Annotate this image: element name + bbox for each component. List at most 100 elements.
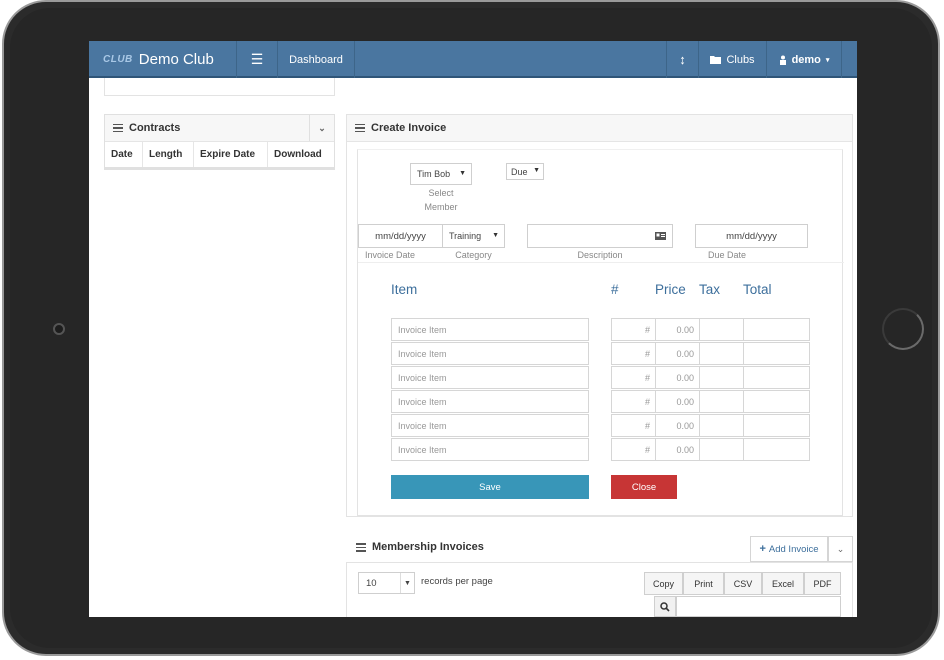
price-input[interactable]: 0.00 <box>655 438 700 461</box>
export-excel-button[interactable]: Excel <box>762 572 804 595</box>
contracts-panel: Contracts ⌄ Date Length Expire Date Down… <box>104 114 335 170</box>
user-menu-label: demo <box>791 53 821 66</box>
hamburger-icon: ☰ <box>250 51 264 67</box>
chevron-down-icon: ⌄ <box>836 543 845 554</box>
close-button[interactable]: Close <box>611 475 677 499</box>
category-select-value: Training <box>449 231 482 241</box>
sidebar-toggle-button[interactable]: ☰ <box>236 41 277 78</box>
description-label: Description <box>577 250 623 260</box>
qty-input[interactable]: # <box>611 414 656 437</box>
plus-icon: + <box>759 543 766 555</box>
folder-icon <box>710 56 722 64</box>
qty-input[interactable]: # <box>611 318 656 341</box>
form-divider <box>358 262 844 263</box>
invoice-item-input[interactable]: Invoice Item <box>391 438 589 461</box>
club-logo-icon: CLUB <box>103 54 133 65</box>
price-input[interactable]: 0.00 <box>655 342 700 365</box>
contracts-col-download[interactable]: Download <box>268 142 334 167</box>
total-cell <box>743 414 810 437</box>
caret-down-icon: ▼ <box>492 232 499 239</box>
membership-invoices-header: Membership Invoices <box>356 541 484 554</box>
due-date-label: Due Date <box>707 250 747 260</box>
item-column-header: Item <box>391 282 418 297</box>
total-cell <box>743 438 810 461</box>
contracts-col-expire-date[interactable]: Expire Date <box>194 142 268 167</box>
brand[interactable]: CLUB Demo Club <box>103 41 214 78</box>
id-card-icon <box>655 232 666 240</box>
tablet-frame: CLUB Demo Club ☰ Dashboard ↕ Clubs demo … <box>2 0 940 656</box>
nav-clubs-link[interactable]: Clubs <box>698 41 766 78</box>
qty-column-header: # <box>611 282 619 297</box>
search-input[interactable] <box>676 596 841 617</box>
due-date-placeholder: mm/dd/yyyy <box>726 230 777 242</box>
home-button[interactable] <box>882 308 924 350</box>
nav-dashboard-label: Dashboard <box>289 53 343 66</box>
list-icon <box>355 122 365 135</box>
create-invoice-title: Create Invoice <box>371 122 447 134</box>
tax-cell <box>699 390 744 413</box>
total-cell <box>743 342 810 365</box>
total-column-header: Total <box>743 282 772 297</box>
price-input[interactable]: 0.00 <box>655 366 700 389</box>
create-invoice-header: Create Invoice <box>347 115 852 142</box>
add-invoice-button[interactable]: + Add Invoice <box>750 536 828 562</box>
contracts-collapse-button[interactable]: ⌄ <box>309 115 334 141</box>
total-cell <box>743 390 810 413</box>
camera-icon <box>53 323 65 335</box>
caret-down-icon: ▼ <box>533 167 540 174</box>
caret-down-icon: ▼ <box>459 170 466 177</box>
status-select[interactable]: Due ▼ <box>506 163 544 180</box>
vertical-arrows-icon: ↕ <box>679 52 686 67</box>
invoice-item-input[interactable]: Invoice Item <box>391 366 589 389</box>
qty-input[interactable]: # <box>611 342 656 365</box>
user-menu-dropdown[interactable]: demo ▾ <box>766 41 842 78</box>
nav-dashboard-link[interactable]: Dashboard <box>277 41 355 78</box>
export-csv-button[interactable]: CSV <box>724 572 762 595</box>
invoice-item-input[interactable]: Invoice Item <box>391 414 589 437</box>
export-pdf-button[interactable]: PDF <box>804 572 841 595</box>
records-per-page-select[interactable]: 10 ▼ <box>358 572 415 594</box>
fullscreen-toggle-button[interactable]: ↕ <box>666 41 698 78</box>
export-copy-button[interactable]: Copy <box>644 572 683 595</box>
invoice-item-input[interactable]: Invoice Item <box>391 342 589 365</box>
due-date-input[interactable]: mm/dd/yyyy <box>695 224 808 248</box>
qty-input[interactable]: # <box>611 366 656 389</box>
invoice-item-input[interactable]: Invoice Item <box>391 390 589 413</box>
contracts-col-length[interactable]: Length <box>143 142 194 167</box>
member-label-line1: Select <box>428 188 454 198</box>
profile-panel-bottom <box>104 78 335 96</box>
qty-input[interactable]: # <box>611 438 656 461</box>
tax-cell <box>699 414 744 437</box>
save-button[interactable]: Save <box>391 475 589 499</box>
top-navbar: CLUB Demo Club ☰ Dashboard ↕ Clubs demo … <box>89 41 857 78</box>
membership-invoices-collapse-button[interactable]: ⌄ <box>828 536 853 562</box>
records-per-page-value: 10 <box>366 577 377 589</box>
total-cell <box>743 366 810 389</box>
create-invoice-panel: Create Invoice Tim Bob ▼ Select Member D… <box>346 114 853 517</box>
price-input[interactable]: 0.00 <box>655 318 700 341</box>
price-input[interactable]: 0.00 <box>655 414 700 437</box>
member-label-line2: Member <box>424 202 458 212</box>
export-print-button[interactable]: Print <box>683 572 724 595</box>
price-input[interactable]: 0.00 <box>655 390 700 413</box>
records-per-page-label: records per page <box>421 576 493 587</box>
invoice-item-input[interactable]: Invoice Item <box>391 318 589 341</box>
invoice-date-input[interactable]: mm/dd/yyyy <box>358 224 443 248</box>
magnifier-icon <box>660 601 670 612</box>
contracts-title: Contracts <box>129 122 181 134</box>
nav-clubs-label: Clubs <box>726 53 755 66</box>
search-icon[interactable] <box>654 596 676 617</box>
user-icon <box>779 55 786 65</box>
contracts-col-date[interactable]: Date <box>105 142 143 167</box>
tax-cell <box>699 438 744 461</box>
category-select[interactable]: Training ▼ <box>442 224 505 248</box>
price-column-header: Price <box>655 282 686 297</box>
member-select[interactable]: Tim Bob ▼ <box>410 163 472 185</box>
category-label: Category <box>455 250 492 260</box>
invoice-date-label: Invoice Date <box>364 250 416 260</box>
description-input[interactable] <box>527 224 673 248</box>
tax-column-header: Tax <box>699 282 721 297</box>
qty-input[interactable]: # <box>611 390 656 413</box>
caret-down-icon: ▾ <box>825 56 830 64</box>
tax-cell <box>699 318 744 341</box>
